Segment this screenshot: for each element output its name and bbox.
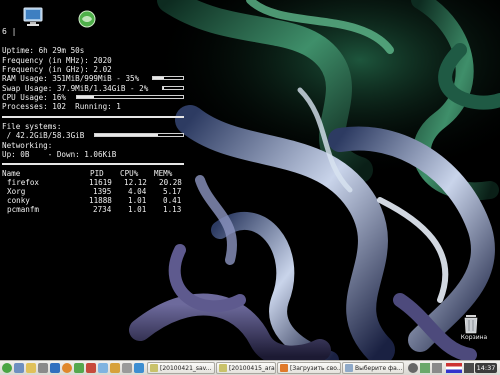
taskbar-task[interactable]: [20100421_sav... xyxy=(147,362,215,374)
app-launcher-icon[interactable] xyxy=(86,363,96,373)
conky-monitor: 6 | Uptime: 6h 29m 50s Frequency (in MHz… xyxy=(0,0,186,360)
networking-label: Networking: xyxy=(2,141,53,150)
document-icon xyxy=(219,364,227,372)
battery-icon[interactable] xyxy=(432,363,442,373)
column-header-name: Name xyxy=(2,169,21,178)
taskbar-task[interactable]: Выберите фа... xyxy=(342,362,404,374)
task-label: [20100421_sav... xyxy=(160,365,212,372)
app-launcher-icon[interactable] xyxy=(122,363,132,373)
process-mem: 5.17 xyxy=(163,187,182,196)
task-label: [20100415_ara... xyxy=(229,365,276,372)
process-cpu: 1.01 xyxy=(128,205,147,214)
frequency-mhz-text: Frequency (in MHz): 2020 xyxy=(2,56,112,65)
terminal-icon[interactable] xyxy=(38,363,48,373)
show-desktop-icon[interactable] xyxy=(14,363,24,373)
firefox-icon[interactable] xyxy=(62,363,72,373)
firefox-icon xyxy=(280,364,288,372)
process-cpu: 4.04 xyxy=(128,187,147,196)
app-launcher-icon[interactable] xyxy=(74,363,84,373)
filesystem-root-bar xyxy=(94,133,184,137)
process-name: conky xyxy=(7,196,30,205)
swap-usage-bar xyxy=(162,86,184,90)
column-header-mem: MEM% xyxy=(154,169,173,178)
task-label: [Загрузить сво... xyxy=(290,365,341,372)
process-pid: 1395 xyxy=(93,187,112,196)
filesystem-root-bar-fill xyxy=(95,134,159,136)
process-cpu: 12.12 xyxy=(124,178,147,187)
file-manager-icon[interactable] xyxy=(26,363,36,373)
process-name: pcmanfm xyxy=(7,205,40,214)
process-mem: 20.28 xyxy=(159,178,182,187)
divider xyxy=(2,163,184,165)
app-launcher-icon[interactable] xyxy=(110,363,120,373)
filesystem-root-text: / 42.2GiB/58.3GiB xyxy=(2,131,85,140)
taskbar: [20100421_sav... [20100415_ara... [Загру… xyxy=(0,360,500,375)
keyboard-layout-icon[interactable] xyxy=(446,363,462,373)
start-menu-icon[interactable] xyxy=(2,363,12,373)
trash-icon[interactable] xyxy=(458,313,484,335)
tray-icon[interactable] xyxy=(464,363,474,373)
taskbar-task[interactable]: [20100415_ara... xyxy=(216,362,276,374)
divider xyxy=(2,116,184,118)
process-pid: 11619 xyxy=(89,178,112,187)
process-name: firefox xyxy=(7,178,40,187)
ram-usage-text: RAM Usage: 351MiB/999MiB - 35% xyxy=(2,74,140,83)
trash-label: Корзина xyxy=(460,334,488,341)
network-status-icon[interactable] xyxy=(420,363,430,373)
document-icon xyxy=(150,364,158,372)
task-label: Выберите фа... xyxy=(355,365,403,372)
cpu-usage-bar-fill xyxy=(77,96,94,98)
app-launcher-icon[interactable] xyxy=(98,363,108,373)
network-speed-text: Up: 0B - Down: 1.06KiB xyxy=(2,150,117,159)
process-mem: 0.41 xyxy=(163,196,182,205)
swap-usage-text: Swap Usage: 37.9MiB/1.34GiB - 2% xyxy=(2,84,149,93)
dialog-icon xyxy=(345,364,353,372)
taskbar-task[interactable]: [Загрузить сво... xyxy=(277,362,341,374)
column-header-pid: PID xyxy=(90,169,104,178)
process-pid: 11888 xyxy=(89,196,112,205)
column-header-cpu: CPU% xyxy=(120,169,139,178)
process-mem: 1.13 xyxy=(163,205,182,214)
cpu-usage-text: CPU Usage: 16% xyxy=(2,93,67,102)
process-pid: 2734 xyxy=(93,205,112,214)
volume-icon[interactable] xyxy=(408,363,418,373)
uptime-text: Uptime: 6h 29m 50s xyxy=(2,46,85,55)
cpu-usage-bar xyxy=(76,95,184,99)
app-launcher-icon[interactable] xyxy=(134,363,144,373)
filesystems-label: File systems: xyxy=(2,122,62,131)
browser-icon[interactable] xyxy=(50,363,60,373)
conky-command-line: 6 | xyxy=(2,27,17,36)
processes-text: Processes: 102 Running: 1 xyxy=(2,102,121,111)
process-name: Xorg xyxy=(7,187,26,196)
ram-usage-bar xyxy=(152,76,184,80)
frequency-ghz-text: Frequency (in GHz): 2.02 xyxy=(2,65,112,74)
clock[interactable]: 14:37 xyxy=(475,363,497,373)
ram-usage-bar-fill xyxy=(153,77,164,79)
process-cpu: 1.01 xyxy=(128,196,147,205)
